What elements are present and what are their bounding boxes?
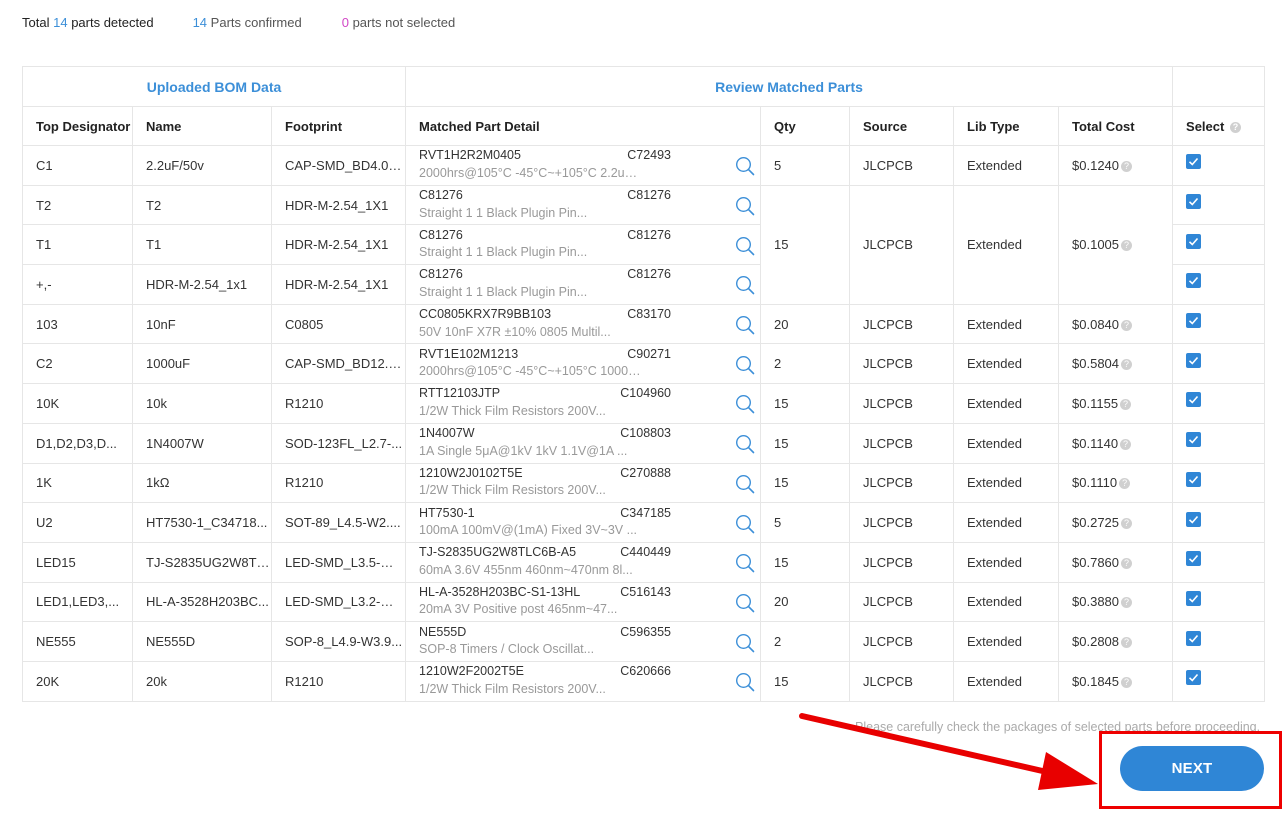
next-button[interactable]: NEXT [1120, 746, 1264, 791]
annotation-arrow [799, 713, 1098, 790]
